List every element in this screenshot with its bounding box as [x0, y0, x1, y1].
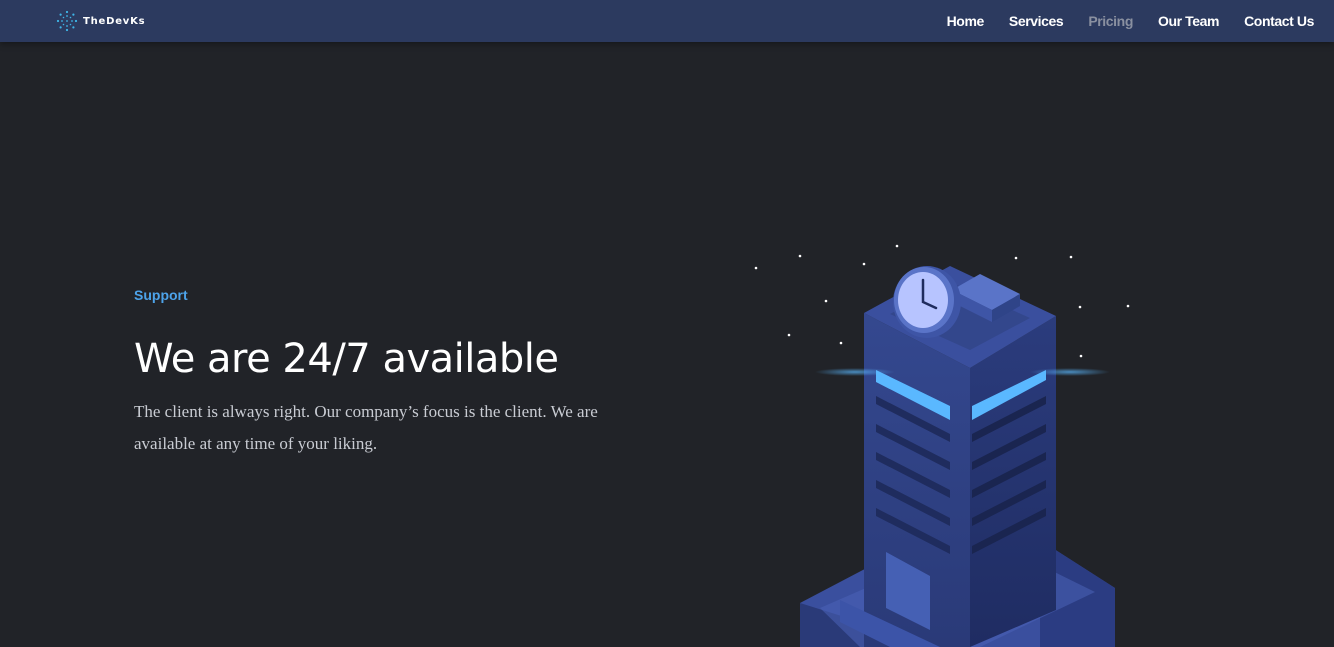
section-eyebrow: Support	[134, 287, 188, 303]
hero-description: The client is always right. Our company’…	[134, 402, 598, 453]
navbar: TheDevKs Home Services Pricing Our Team …	[0, 0, 1334, 42]
nav-link-pricing[interactable]: Pricing	[1088, 13, 1133, 29]
brand-name: TheDevKs	[83, 15, 146, 27]
nav-link-services[interactable]: Services	[1009, 13, 1064, 29]
nav-link-home[interactable]: Home	[947, 13, 985, 29]
hero-headline: We are 24/7 available	[134, 336, 559, 382]
nav-link-our-team[interactable]: Our Team	[1158, 13, 1220, 29]
brand-logo-link[interactable]: TheDevKs	[56, 10, 145, 32]
dotted-circle-logo-icon	[56, 10, 78, 32]
isometric-clock-building-icon	[754, 244, 1130, 647]
nav-menu: Home Services Pricing Our Team Contact U…	[922, 0, 1315, 42]
nav-link-contact-us[interactable]: Contact Us	[1244, 13, 1314, 29]
